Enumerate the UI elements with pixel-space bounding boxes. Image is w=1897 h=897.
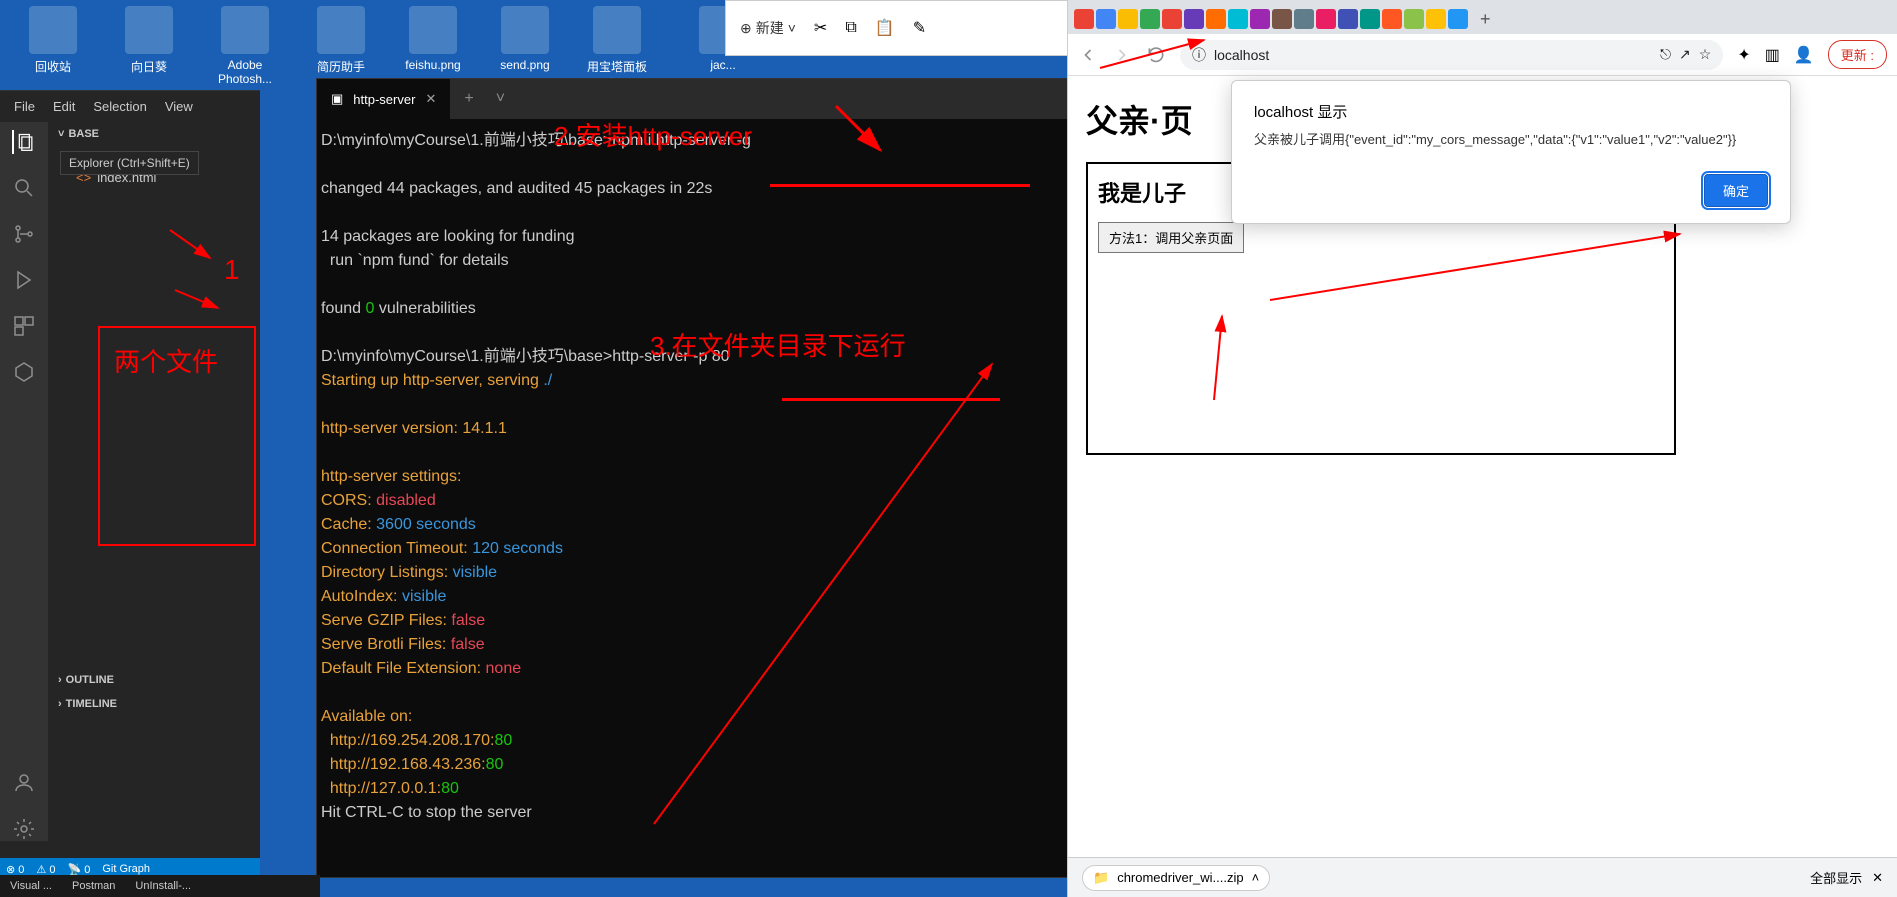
tab-favicon[interactable] <box>1338 9 1358 29</box>
alert-dialog: localhost 显示 父亲被儿子调用{"event_id":"my_cors… <box>1231 80 1791 224</box>
info-icon[interactable]: ⓘ <box>1192 45 1206 65</box>
address-bar[interactable]: ⓘ localhost ⎋ ↗ ☆ <box>1180 40 1723 70</box>
section-base[interactable]: ˅ BASE <box>48 122 260 146</box>
tab-favicon[interactable] <box>1316 9 1336 29</box>
chevron-up-icon[interactable]: ˄ <box>1252 870 1260 885</box>
close-icon[interactable]: ✕ <box>425 91 436 107</box>
tab-favicon[interactable] <box>1382 9 1402 29</box>
update-button[interactable]: 更新 : <box>1828 40 1887 69</box>
terminal-icon: ▣ <box>331 91 343 107</box>
tab-favicon[interactable] <box>1250 9 1270 29</box>
url-text: localhost <box>1214 47 1269 63</box>
status-git-graph[interactable]: Git Graph <box>102 863 150 875</box>
terminal-tab[interactable]: ▣ http-server ✕ <box>317 79 450 119</box>
desktop-icon[interactable]: Adobe Photosh... <box>210 6 280 86</box>
cut-icon[interactable]: ✂ <box>814 18 827 38</box>
hexagon-icon[interactable] <box>12 360 36 384</box>
star-icon[interactable]: ☆ <box>1699 46 1712 63</box>
explorer-sidebar: Explorer (Ctrl+Shift+E) ˅ BASE <>b.html … <box>48 122 260 841</box>
status-warnings[interactable]: ⚠ 0 <box>36 863 55 876</box>
new-tab-button[interactable]: + <box>1470 9 1501 30</box>
download-item[interactable]: 📁 chromedriver_wi....zip ˄ <box>1082 865 1270 891</box>
run-icon[interactable] <box>12 268 36 292</box>
status-errors[interactable]: ⊗ 0 <box>6 863 24 876</box>
explorer-icon[interactable] <box>12 130 36 154</box>
paste-icon[interactable]: 📋 <box>875 18 895 38</box>
settings-icon[interactable] <box>12 817 36 841</box>
menu-file[interactable]: File <box>14 99 35 114</box>
section-timeline[interactable]: › TIMELINE <box>48 692 260 716</box>
dialog-title: localhost 显示 <box>1254 101 1768 122</box>
desktop-icon[interactable]: feishu.png <box>398 6 468 72</box>
close-icon[interactable]: ✕ <box>1872 870 1883 886</box>
tab-favicon[interactable] <box>1184 9 1204 29</box>
taskbar: Visual ... Postman UnInstall-... <box>0 875 320 897</box>
desktop-icon[interactable]: 简历助手 <box>306 6 376 75</box>
dialog-message: 父亲被儿子调用{"event_id":"my_cors_message","da… <box>1254 130 1768 150</box>
terminal-tabs: ▣ http-server ✕ + ˅ <box>317 79 1070 119</box>
forward-icon[interactable] <box>1112 45 1132 65</box>
sidepanel-icon[interactable]: ▥ <box>1765 45 1780 65</box>
tab-favicon[interactable] <box>1404 9 1424 29</box>
method1-button[interactable]: 方法1：调用父亲页面 <box>1098 222 1244 253</box>
tab-favicon[interactable] <box>1074 9 1094 29</box>
tab-favicon[interactable] <box>1294 9 1314 29</box>
section-outline[interactable]: › OUTLINE <box>48 668 260 692</box>
extensions-icon[interactable]: ✦ <box>1737 45 1750 65</box>
search-icon[interactable] <box>12 176 36 200</box>
tab-favicon[interactable] <box>1228 9 1248 29</box>
browser-toolbar: ⓘ localhost ⎋ ↗ ☆ ✦ ▥ 👤 更新 : <box>1068 34 1897 76</box>
translate-icon[interactable]: ⎋ <box>1660 46 1671 63</box>
rename-icon[interactable]: ✎ <box>913 18 926 38</box>
tab-favicon[interactable] <box>1426 9 1446 29</box>
folder-icon: 📁 <box>1093 870 1109 886</box>
tab-favicon[interactable] <box>1162 9 1182 29</box>
show-all-button[interactable]: 全部显示 <box>1810 868 1862 887</box>
reload-icon[interactable] <box>1146 45 1166 65</box>
account-icon[interactable] <box>12 771 36 795</box>
new-tab[interactable]: + <box>450 90 487 108</box>
desktop-icon[interactable]: send.png <box>490 6 560 72</box>
copy-icon[interactable]: ⧉ <box>845 19 856 37</box>
tab-favicon[interactable] <box>1206 9 1226 29</box>
terminal-output[interactable]: D:\myinfo\myCourse\1.前端小技巧\base>npm i ht… <box>317 119 1070 835</box>
explorer-toolbar: ⊕ 新建 ˅ ✂ ⧉ 📋 ✎ <box>725 0 1085 56</box>
taskbar-item[interactable]: UnInstall-... <box>135 880 191 892</box>
menu-selection[interactable]: Selection <box>93 99 146 114</box>
tooltip: Explorer (Ctrl+Shift+E) <box>60 151 199 175</box>
taskbar-item[interactable]: Visual ... <box>10 880 52 892</box>
annotation-underline <box>782 398 1000 401</box>
tab-favicon[interactable] <box>1096 9 1116 29</box>
vscode-window: File Edit Selection View Explorer (Ctrl+… <box>0 90 260 880</box>
terminal-window: ▣ http-server ✕ + ˅ D:\myinfo\myCourse\1… <box>316 78 1071 878</box>
tab-favicon[interactable] <box>1360 9 1380 29</box>
tab-favicon[interactable] <box>1140 9 1160 29</box>
dialog-ok-button[interactable]: 确定 <box>1704 174 1768 207</box>
desktop-icon[interactable]: 向日葵 <box>114 6 184 75</box>
tab-menu[interactable]: ˅ <box>488 90 513 108</box>
share-icon[interactable]: ↗ <box>1679 46 1691 63</box>
activity-bar <box>0 122 48 841</box>
vscode-menu: File Edit Selection View <box>0 91 260 122</box>
tab-strip: + <box>1068 0 1897 34</box>
annotation-underline <box>770 184 1030 187</box>
new-button[interactable]: ⊕ 新建 ˅ <box>740 18 796 38</box>
taskbar-item[interactable]: Postman <box>72 880 115 892</box>
tab-favicon[interactable] <box>1272 9 1292 29</box>
extensions-icon[interactable] <box>12 314 36 338</box>
menu-view[interactable]: View <box>165 99 193 114</box>
profile-icon[interactable]: 👤 <box>1794 45 1814 65</box>
menu-edit[interactable]: Edit <box>53 99 75 114</box>
desktop-icon[interactable]: 回收站 <box>18 6 88 75</box>
back-icon[interactable] <box>1078 45 1098 65</box>
tab-favicon[interactable] <box>1448 9 1468 29</box>
download-bar: 📁 chromedriver_wi....zip ˄ 全部显示 ✕ <box>1068 857 1897 897</box>
status-radio[interactable]: 📡 0 <box>67 863 90 876</box>
tab-favicon[interactable] <box>1118 9 1138 29</box>
source-control-icon[interactable] <box>12 222 36 246</box>
